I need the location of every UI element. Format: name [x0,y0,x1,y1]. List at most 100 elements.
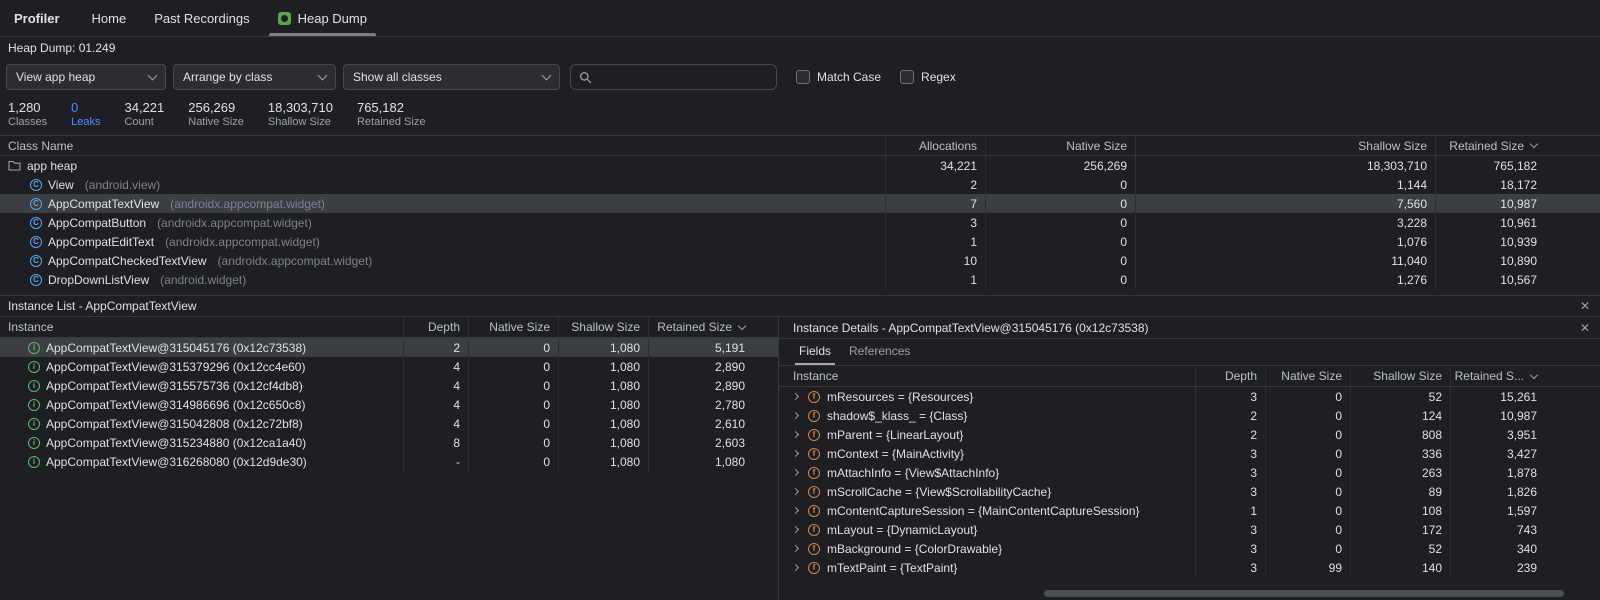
field-row[interactable]: f mAttachInfo = {View$AttachInfo} 3 0 26… [779,463,1600,482]
shallow-size-cell: 11,040 [1135,251,1435,270]
field-row[interactable]: f mBackground = {ColorDrawable} 3 0 52 3… [779,539,1600,558]
retained-size-cell: 10,567 [1435,270,1545,289]
heap-select-dropdown[interactable]: View app heap [6,64,166,90]
sort-desc-icon [1530,370,1538,378]
field-icon: f [808,505,820,517]
class-name-cell: C View (android.view) [0,175,885,194]
stat-label: Shallow Size [268,116,333,128]
class-icon: C [30,255,42,267]
regex-checkbox[interactable]: Regex [900,70,956,84]
stat-leaks[interactable]: 0 Leaks [71,100,100,135]
field-row[interactable]: f mTextPaint = {TextPaint} 3 99 140 239 [779,558,1600,577]
close-icon[interactable]: ✕ [1580,321,1590,335]
column-header-class-name[interactable]: Class Name [0,136,885,155]
column-header-shallow-size[interactable]: Shallow Size [1135,136,1435,155]
depth-cell: 3 [1195,463,1265,482]
expand-chevron-icon[interactable] [792,431,799,438]
table-row-appcompatbutton[interactable]: C AppCompatButton (androidx.appcompat.wi… [0,213,1600,232]
column-header-shallow-size[interactable]: Shallow Size [558,317,648,337]
table-row-app-heap[interactable]: app heap 34,221 256,269 18,303,710 765,1… [0,156,1600,175]
row-spacer [1545,406,1600,425]
instance-row[interactable]: i AppCompatTextView@315042808 (0x12c72bf… [0,414,778,433]
shallow-size-cell: 52 [1350,387,1450,406]
row-spacer [753,338,778,357]
instance-row[interactable]: i AppCompatTextView@315234880 (0x12ca1a4… [0,433,778,452]
instance-row[interactable]: i AppCompatTextView@315575736 (0x12cf4db… [0,376,778,395]
tab-past-recordings[interactable]: Past Recordings [140,0,263,36]
tab-home[interactable]: Home [78,0,141,36]
allocations-cell: 1 [885,270,985,289]
instance-details-title-bar: Instance Details - AppCompatTextView@315… [779,317,1600,339]
table-row-appcompatedittext[interactable]: C AppCompatEditText (androidx.appcompat.… [0,232,1600,251]
instance-name-cell: i AppCompatTextView@315575736 (0x12cf4db… [0,376,403,395]
class-package: (android.view) [85,178,160,192]
tab-references[interactable]: References [843,344,916,365]
search-field[interactable] [570,64,777,90]
field-row[interactable]: f mContentCaptureSession = {MainContentC… [779,501,1600,520]
instance-row[interactable]: i AppCompatTextView@315379296 (0x12cc4e6… [0,357,778,376]
tab-heap-dump[interactable]: Heap Dump [264,0,381,36]
depth-cell: 4 [403,357,468,376]
search-input[interactable] [598,70,768,84]
field-row[interactable]: f mContext = {MainActivity} 3 0 336 3,42… [779,444,1600,463]
expand-chevron-icon[interactable] [792,393,799,400]
field-name: mContentCaptureSession = {MainContentCap… [827,504,1140,518]
class-name-cell: C AppCompatTextView (androidx.appcompat.… [0,194,885,213]
class-name: AppCompatButton [48,216,146,230]
table-row-view[interactable]: C View (android.view) 2 0 1,144 18,172 [0,175,1600,194]
row-spacer [753,452,778,471]
arrange-select-dropdown[interactable]: Arrange by class [173,64,336,90]
column-header-depth[interactable]: Depth [403,317,468,337]
table-row-dropdownlistview[interactable]: C DropDownListView (android.widget) 1 0 … [0,270,1600,289]
match-case-checkbox[interactable]: Match Case [796,70,881,84]
expand-chevron-icon[interactable] [792,545,799,552]
field-row[interactable]: f mResources = {Resources} 3 0 52 15,261 [779,387,1600,406]
instance-name: AppCompatTextView@315042808 (0x12c72bf8) [46,417,303,431]
field-row[interactable]: f mScrollCache = {View$ScrollabilityCach… [779,482,1600,501]
expand-chevron-icon[interactable] [792,412,799,419]
instance-icon: i [28,418,40,430]
expand-chevron-icon[interactable] [792,564,799,571]
retained-size-cell: 743 [1450,520,1545,539]
column-header-native-size[interactable]: Native Size [468,317,558,337]
expand-chevron-icon[interactable] [792,469,799,476]
class-filter-dropdown[interactable]: Show all classes [343,64,560,90]
expand-chevron-icon[interactable] [792,507,799,514]
retained-size-cell: 2,890 [648,376,753,395]
table-row-appcompatcheckedtextview[interactable]: C AppCompatCheckedTextView (androidx.app… [0,251,1600,270]
field-row[interactable]: f mLayout = {DynamicLayout} 3 0 172 743 [779,520,1600,539]
class-name: AppCompatTextView [48,197,159,211]
shallow-size-cell: 18,303,710 [1135,156,1435,175]
instance-row[interactable]: i AppCompatTextView@315045176 (0x12c7353… [0,338,778,357]
shallow-size-cell: 1,080 [558,414,648,433]
close-icon[interactable]: ✕ [1580,299,1590,313]
retained-size-cell: 239 [1450,558,1545,577]
column-header-instance[interactable]: Instance [0,317,403,337]
instance-row[interactable]: i AppCompatTextView@316268080 (0x12d9de3… [0,452,778,471]
expand-chevron-icon[interactable] [792,488,799,495]
field-row[interactable]: f shadow$_klass_ = {Class} 2 0 124 10,98… [779,406,1600,425]
native-size-cell: 0 [468,376,558,395]
column-header-retained-size[interactable]: Retained Size [648,317,753,337]
column-header-retained-size[interactable]: Retained S... [1450,366,1545,386]
expand-chevron-icon[interactable] [792,526,799,533]
instance-icon: i [28,361,40,373]
class-name-cell: C AppCompatButton (androidx.appcompat.wi… [0,213,885,232]
table-row-appcompattextview[interactable]: C AppCompatTextView (androidx.appcompat.… [0,194,1600,213]
column-header-native-size[interactable]: Native Size [1265,366,1350,386]
expand-chevron-icon[interactable] [792,450,799,457]
depth-cell: 4 [403,414,468,433]
column-header-native-size[interactable]: Native Size [985,136,1135,155]
column-header-shallow-size[interactable]: Shallow Size [1350,366,1450,386]
tab-fields[interactable]: Fields [793,344,837,365]
instance-details-header: Instance Depth Native Size Shallow Size … [779,366,1600,387]
column-header-allocations[interactable]: Allocations [885,136,985,155]
column-header-depth[interactable]: Depth [1195,366,1265,386]
checkbox-icon [900,70,914,84]
column-header-retained-size[interactable]: Retained Size [1435,136,1545,155]
field-row[interactable]: f mParent = {LinearLayout} 2 0 808 3,951 [779,425,1600,444]
field-name-cell: f mResources = {Resources} [779,387,1195,406]
instance-row[interactable]: i AppCompatTextView@314986696 (0x12c650c… [0,395,778,414]
horizontal-scrollbar[interactable] [1044,590,1564,597]
column-header-instance[interactable]: Instance [779,366,1195,386]
